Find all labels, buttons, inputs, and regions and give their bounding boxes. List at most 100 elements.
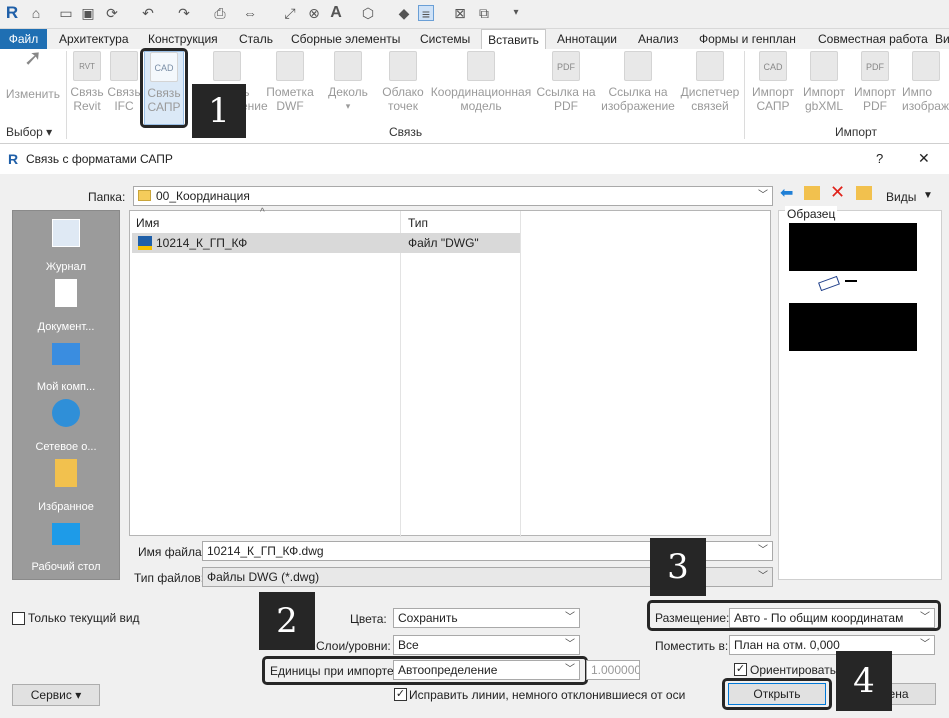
import-image-label-2: изображе [902, 99, 949, 113]
home-icon[interactable]: ⌂ [28, 5, 44, 21]
fix-lines-checkbox[interactable]: ✓ [394, 688, 407, 701]
place-at-select[interactable]: План на отм. 0,000 ﹀ [729, 635, 935, 655]
tab-collaborate[interactable]: Совместная работа [818, 29, 928, 49]
file-list[interactable]: ^ Имя Тип 10214_К_ГП_КФ Файл "DWG" [129, 207, 771, 537]
dwg-file-icon [138, 236, 152, 250]
placement-select[interactable]: Авто - По общим координатам ﹀ [729, 608, 935, 628]
folder-label: Папка: [88, 190, 126, 204]
link-ifc-button[interactable]: Связь IFC [106, 51, 142, 113]
coordination-model-button[interactable]: Координационная модель [430, 51, 532, 113]
link-revit-button[interactable]: RVT Связь Revit [68, 51, 106, 113]
dimension-icon[interactable]: ⤢ [282, 5, 298, 21]
tab-insert[interactable]: Вставить [481, 29, 546, 49]
tab-architecture[interactable]: Архитектура [59, 29, 129, 49]
place-favorites-label: Избранное [38, 501, 94, 513]
current-view-checkbox[interactable] [12, 612, 25, 625]
3d-view-icon[interactable]: ⬡ [360, 5, 376, 21]
help-button[interactable]: ? [876, 151, 883, 167]
dwf-markup-button[interactable]: Пометка DWF [264, 51, 316, 113]
customize-icon[interactable]: ▾ [508, 5, 524, 21]
decal-button[interactable]: Деколь ▾ [322, 51, 374, 113]
chevron-down-icon: ﹀ [920, 639, 930, 650]
import-cad-button[interactable]: CAD Импорт САПР [748, 51, 798, 113]
delete-icon[interactable]: ✕ [830, 183, 845, 201]
chevron-down-icon[interactable]: ▼ [923, 188, 933, 204]
scale-input[interactable]: 1.000000 [586, 660, 640, 680]
redo-icon[interactable]: ↷ [176, 5, 192, 21]
rvt-file-icon: RVT [73, 51, 101, 81]
service-button[interactable]: Сервис ▾ [12, 684, 100, 706]
select-group-label[interactable]: Выбор ▾ [6, 125, 52, 139]
tab-massing-site[interactable]: Формы и генплан [699, 29, 796, 49]
place-desktop[interactable]: Рабочий стол [13, 519, 119, 573]
link-image-icon [213, 51, 241, 81]
dialog-title: Связь с форматами САПР [26, 152, 173, 166]
tab-structure[interactable]: Конструкция [148, 29, 218, 49]
layers-select[interactable]: Все ﹀ [393, 635, 580, 655]
column-type[interactable]: Тип [408, 215, 428, 231]
tab-analyze[interactable]: Анализ [638, 29, 679, 49]
place-favorites[interactable]: Избранное [13, 459, 119, 513]
close-windows-icon[interactable]: ⊠ [452, 5, 468, 21]
place-network[interactable]: Сетевое о... [13, 399, 119, 453]
back-arrow-icon[interactable]: ⬅ [780, 186, 793, 202]
switch-windows-icon[interactable]: ⧉ [476, 5, 492, 21]
new-folder-icon[interactable] [856, 186, 872, 200]
undo-icon[interactable]: ↶ [140, 5, 156, 21]
chevron-down-icon: ﹀ [565, 612, 575, 623]
measure-icon[interactable]: ⇔ [242, 5, 258, 21]
filetype-value: Файлы DWG (*.dwg) [207, 570, 320, 584]
place-history-label: Журнал [45, 261, 87, 273]
table-row[interactable]: 10214_К_ГП_КФ Файл "DWG" [132, 233, 520, 253]
place-documents[interactable]: Документ... [13, 279, 119, 333]
manage-links-icon [696, 51, 724, 81]
tag-icon[interactable]: ⊗ [306, 5, 322, 21]
tab-steel[interactable]: Сталь [239, 29, 273, 49]
up-folder-icon[interactable] [804, 186, 820, 200]
tab-annotate[interactable]: Аннотации [557, 29, 617, 49]
import-image-button[interactable]: Импо изображе [902, 51, 949, 113]
pdf-import-icon: PDF [861, 51, 889, 81]
link-raster-button[interactable]: Ссылка на изображение [600, 51, 676, 113]
colors-select[interactable]: Сохранить ﹀ [393, 608, 580, 628]
tag-icon[interactable]: ◆ [396, 5, 412, 21]
tab-systems[interactable]: Системы [420, 29, 470, 49]
colors-label: Цвета: [350, 612, 387, 626]
chevron-down-icon: ﹀ [565, 664, 575, 675]
open-icon[interactable]: ▭ [58, 5, 74, 21]
modify-button[interactable]: ➚ Изменить [4, 47, 62, 102]
column-name[interactable]: Имя [136, 215, 159, 231]
views-menu[interactable]: Виды [886, 189, 916, 205]
sync-icon[interactable]: ⟳ [104, 5, 120, 21]
preview-band-bottom [789, 303, 917, 351]
import-gbxml-button[interactable]: Импорт gbXML [800, 51, 848, 113]
manage-links-button[interactable]: Диспетчер связей [678, 51, 742, 113]
thin-lines-icon[interactable]: ≡ [418, 5, 434, 22]
text-icon[interactable]: A [328, 5, 344, 21]
favorites-icon [55, 459, 77, 487]
point-cloud-button[interactable]: Облако точек [378, 51, 428, 113]
link-ifc-label-2: IFC [114, 99, 134, 113]
folder-select[interactable]: 00_Координация ﹀ [133, 186, 773, 206]
preview-image [789, 223, 917, 351]
revit-logo-icon[interactable]: R [4, 4, 20, 21]
place-computer[interactable]: Мой комп... [13, 339, 119, 393]
import-units-select[interactable]: Автоопределение ﹀ [393, 660, 580, 680]
print-icon[interactable]: ⎙ [212, 5, 228, 21]
open-button[interactable]: Открыть [728, 683, 826, 705]
link-pdf-label-2: PDF [554, 99, 578, 113]
link-pdf-button[interactable]: PDF Ссылка на PDF [534, 51, 598, 113]
place-history[interactable]: Журнал [13, 219, 119, 273]
coordination-model-label-2: модель [460, 99, 502, 113]
tab-precast[interactable]: Сборные элементы [291, 29, 400, 49]
save-icon[interactable]: ▣ [80, 5, 96, 21]
ribbon-tabs: Файл Архитектура Конструкция Сталь Сборн… [0, 29, 949, 49]
orient-view-checkbox[interactable]: ✓ [734, 663, 747, 676]
tab-view[interactable]: Вид [935, 29, 949, 49]
import-pdf-button[interactable]: PDF Импорт PDF [850, 51, 900, 113]
file-name: 10214_К_ГП_КФ [156, 236, 248, 250]
places-bar: Журнал Документ... Мой комп... Сетевое о… [12, 210, 120, 580]
point-cloud-label-2: точек [388, 99, 418, 113]
gbxml-icon [810, 51, 838, 81]
close-icon[interactable]: ✕ [918, 150, 930, 166]
